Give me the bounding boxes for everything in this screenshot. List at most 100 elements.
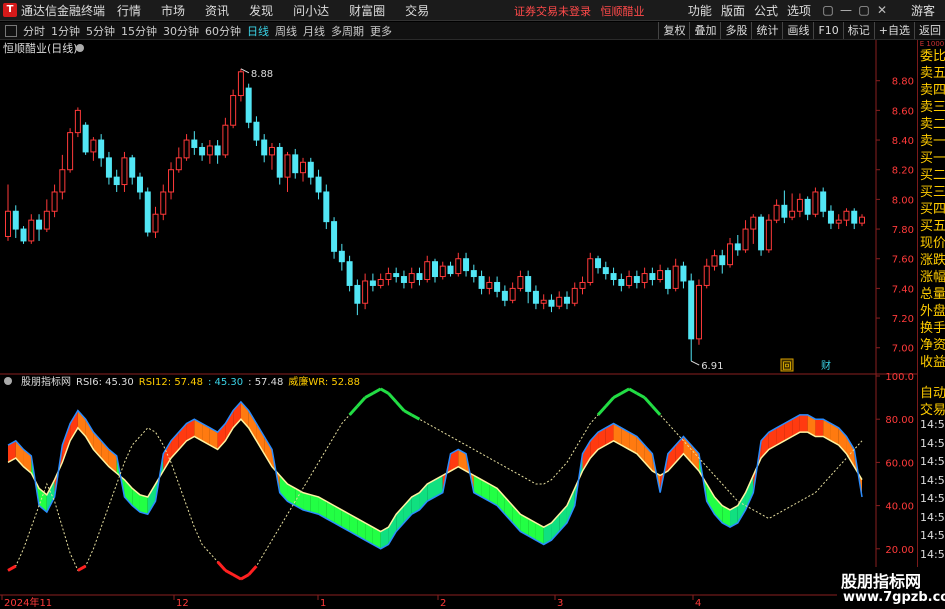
side-mode-1[interactable]: 交易: [920, 403, 945, 418]
candle-body: [338, 250, 345, 263]
period-tab-4[interactable]: 30分钟: [163, 23, 199, 39]
candle-body: [525, 276, 532, 292]
side-item-2[interactable]: 卖四: [920, 83, 945, 98]
period-tab-10[interactable]: 更多: [370, 23, 392, 39]
candle-body: [478, 276, 485, 289]
price-chart-title: 恒顺醋业(日线): [3, 41, 78, 55]
menu-item-2[interactable]: 资讯: [205, 2, 229, 19]
event-marker-cai[interactable]: 财: [821, 359, 831, 372]
menu-layout[interactable]: 版面: [721, 2, 745, 19]
side-item-12[interactable]: 涨跌: [920, 253, 945, 268]
period-tab-0[interactable]: 分时: [23, 23, 45, 39]
menu-item-6[interactable]: 交易: [405, 2, 429, 19]
candle-body: [734, 243, 741, 251]
side-item-11[interactable]: 现价: [920, 236, 945, 251]
app-logo-icon: T: [3, 3, 17, 17]
window-maximize-icon[interactable]: ▢: [855, 3, 873, 17]
side-item-13[interactable]: 涨幅: [920, 270, 945, 285]
header-stock-name: 恒顺醋业: [600, 5, 645, 18]
candle-body: [377, 279, 384, 286]
candle-body: [20, 228, 27, 242]
user-account[interactable]: 游客: [911, 2, 935, 19]
candle-body: [292, 154, 299, 174]
period-tab-7[interactable]: 周线: [275, 23, 297, 39]
window-restore-icon[interactable]: ▢: [819, 3, 837, 17]
candle-body: [331, 221, 338, 252]
side-item-6[interactable]: 买一: [920, 151, 945, 166]
period-tab-5[interactable]: 60分钟: [205, 23, 241, 39]
tool-button-8[interactable]: 返回: [914, 22, 945, 39]
stock-chart[interactable]: 8.80 8.60 8.40 8.20 8.00 7.80 7.60 7.40 7.20 7.00…: [0, 40, 917, 609]
rsi6-value: RSI6: 45.30: [76, 377, 134, 388]
period-tab-3[interactable]: 15分钟: [121, 23, 157, 39]
menu-item-0[interactable]: 行情: [117, 2, 141, 19]
side-item-14[interactable]: 总量: [920, 287, 945, 302]
tool-button-3[interactable]: 统计: [751, 22, 782, 39]
candle-body: [74, 109, 81, 134]
candle-body: [175, 157, 182, 171]
login-status-text: 证券交易未登录: [514, 5, 591, 18]
panel-toggle-icon[interactable]: [5, 24, 17, 37]
value-1: : 45.30: [208, 377, 243, 388]
period-tab-1[interactable]: 1分钟: [51, 23, 80, 39]
side-item-7[interactable]: 买二: [920, 168, 945, 183]
watermark-title: 股朋指标网: [841, 572, 922, 591]
tool-button-4[interactable]: 画线: [782, 22, 813, 39]
tool-button-7[interactable]: +自选: [873, 22, 914, 39]
login-status[interactable]: 证券交易未登录 恒顺醋业: [514, 3, 645, 19]
menu-item-5[interactable]: 财富圈: [349, 2, 385, 19]
side-item-8[interactable]: 买三: [920, 185, 945, 200]
side-item-4[interactable]: 卖二: [920, 117, 945, 132]
period-tab-8[interactable]: 月线: [303, 23, 325, 39]
side-mode-0[interactable]: 自动: [920, 386, 945, 401]
menu-formula[interactable]: 公式: [754, 2, 778, 19]
candle-body: [843, 210, 850, 221]
watermark-url: www.7gpzb.com: [843, 590, 945, 605]
side-item-9[interactable]: 买四: [920, 202, 945, 217]
candle-body: [183, 139, 190, 159]
window-close-icon[interactable]: ✕: [873, 3, 891, 17]
candle-body: [424, 261, 431, 281]
candle-body: [517, 276, 524, 289]
candle-body: [765, 219, 772, 251]
side-item-10[interactable]: 买五: [920, 219, 945, 234]
candle-body: [206, 145, 213, 156]
tool-button-6[interactable]: 标记: [842, 22, 874, 39]
candle-body: [105, 157, 112, 178]
side-item-1[interactable]: 卖五: [920, 66, 945, 81]
side-item-17[interactable]: 净资: [920, 338, 945, 353]
period-tab-6[interactable]: 日线: [247, 23, 269, 39]
tool-button-1[interactable]: 叠加: [689, 22, 720, 39]
tool-button-0[interactable]: 复权: [658, 22, 689, 39]
candle-body: [835, 219, 842, 224]
price-tick-label: 8.80: [892, 77, 914, 88]
tool-button-5[interactable]: F10: [813, 22, 842, 39]
candle-body: [230, 95, 237, 126]
menu-item-1[interactable]: 市场: [161, 2, 185, 19]
main-menu: 行情 市场 资讯 发现 问小达 财富圈 交易: [117, 2, 449, 19]
period-tab-2[interactable]: 5分钟: [86, 23, 115, 39]
tool-button-2[interactable]: 多股: [720, 22, 751, 39]
candle-body: [354, 284, 361, 304]
side-item-18[interactable]: 收益: [920, 355, 945, 370]
candle-body: [563, 296, 570, 304]
indicator-dropdown-icon[interactable]: [4, 377, 12, 385]
side-item-3[interactable]: 卖三: [920, 100, 945, 115]
side-item-16[interactable]: 换手: [920, 321, 945, 336]
menu-options[interactable]: 选项: [787, 2, 811, 19]
candle-body: [315, 176, 322, 193]
side-panel-top: E 1000: [919, 40, 945, 48]
side-item-15[interactable]: 外盘: [920, 304, 945, 319]
chart-dropdown-icon[interactable]: [76, 44, 84, 52]
menu-item-3[interactable]: 发现: [249, 2, 273, 19]
period-tab-9[interactable]: 多周期: [331, 23, 364, 39]
candle-body: [28, 219, 35, 242]
window-minimize-icon[interactable]: —: [837, 3, 855, 17]
rsi-band-segment: [815, 419, 824, 437]
watermark: 股朋指标网 www.7gpzb.com: [837, 567, 945, 609]
side-item-5[interactable]: 卖一: [920, 134, 945, 149]
menu-function[interactable]: 功能: [688, 2, 712, 19]
side-item-0[interactable]: 委比: [920, 49, 945, 64]
menu-item-4[interactable]: 问小达: [293, 2, 329, 19]
candle-body: [408, 273, 415, 283]
